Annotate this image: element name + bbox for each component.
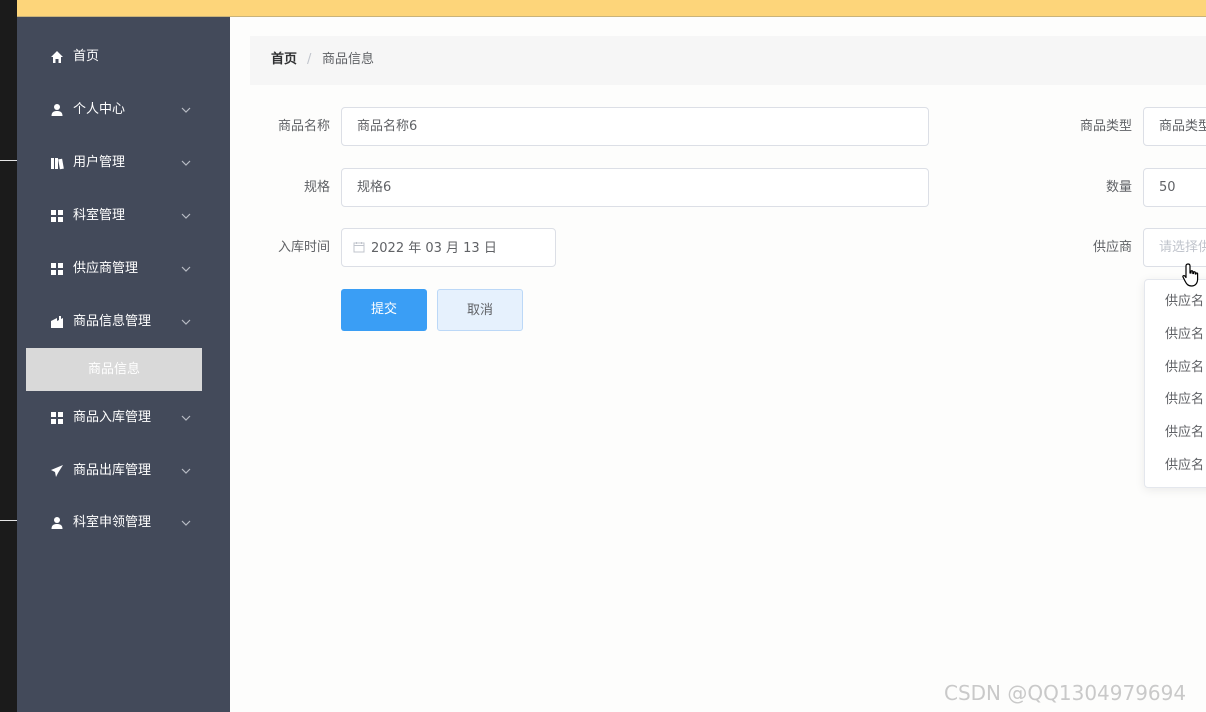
supplier-option[interactable]: 供应名 xyxy=(1165,457,1204,475)
sidebar-item-label: 用户管理 xyxy=(73,155,126,170)
sidebar-item-label: 个人中心 xyxy=(73,102,126,117)
quantity-label: 数量 xyxy=(1105,180,1132,195)
sidebar-item-label: 商品入库管理 xyxy=(73,410,152,425)
sidebar-item-goods-outbound-management[interactable]: 商品出库管理 xyxy=(17,451,230,491)
goods-icon xyxy=(51,316,63,328)
sidebar-item-user-management[interactable]: 用户管理 xyxy=(17,143,230,183)
home-icon xyxy=(51,51,63,63)
sidebar-item-goods-inbound-management[interactable]: 商品入库管理 xyxy=(17,398,230,438)
goods-type-label: 商品类型 xyxy=(1079,119,1132,134)
grid-icon xyxy=(51,263,63,275)
breadcrumb: 首页 / 商品信息 xyxy=(250,36,1206,85)
top-header-bar xyxy=(17,0,1206,17)
sidebar-item-supplier-management[interactable]: 供应商管理 xyxy=(17,249,230,289)
spec-value: 规格6 xyxy=(357,180,392,195)
inbound-date-label: 入库时间 xyxy=(277,240,330,255)
sidebar-item-label: 商品出库管理 xyxy=(73,463,152,478)
chevron-down-icon xyxy=(181,468,191,474)
app-window: 首页 个人中心 用户管理 科室管理 供应商管理 商品信息管理 商品信息 商品入库… xyxy=(0,0,1206,712)
calendar-icon xyxy=(353,242,365,253)
cancel-button-label: 取消 xyxy=(466,303,493,318)
supplier-label: 供应商 xyxy=(1092,240,1132,255)
sidebar-item-department-request-management[interactable]: 科室申领管理 xyxy=(17,503,230,543)
inbound-date-picker[interactable]: 2022 年 03 月 13 日 xyxy=(341,228,556,267)
supplier-option[interactable]: 供应名 xyxy=(1165,391,1204,409)
left-edge-strip xyxy=(0,0,17,712)
chevron-down-icon xyxy=(181,415,191,421)
supplier-option[interactable]: 供应名 xyxy=(1165,359,1204,377)
chevron-down-icon xyxy=(181,213,191,219)
inbound-date-value: 2022 年 03 月 13 日 xyxy=(371,241,497,256)
supplier-option[interactable]: 供应名 xyxy=(1165,293,1204,311)
goods-name-input[interactable]: 商品名称6 xyxy=(341,107,929,146)
sidebar-subitem-goods-info[interactable]: 商品信息 xyxy=(26,348,202,391)
sidebar-item-label: 供应商管理 xyxy=(73,261,139,276)
submit-button[interactable]: 提交 xyxy=(341,289,427,331)
send-icon xyxy=(51,465,63,477)
chevron-down-icon xyxy=(181,107,191,113)
user-icon xyxy=(51,517,63,529)
chevron-down-icon xyxy=(181,319,191,325)
quantity-value: 50 xyxy=(1159,180,1176,195)
goods-name-value: 商品名称6 xyxy=(357,119,418,134)
goods-type-input[interactable]: 商品类型 xyxy=(1143,107,1206,146)
spec-input[interactable]: 规格6 xyxy=(341,168,929,207)
watermark: CSDN @QQ1304979694 xyxy=(944,681,1187,705)
breadcrumb-current: 商品信息 xyxy=(322,52,375,67)
breadcrumb-home-link[interactable]: 首页 xyxy=(271,51,297,69)
supplier-placeholder: 请选择供 xyxy=(1159,240,1206,255)
goods-type-value: 商品类型 xyxy=(1159,119,1206,134)
spec-label: 规格 xyxy=(303,180,330,195)
sidebar-item-personal-center[interactable]: 个人中心 xyxy=(17,90,230,130)
quantity-input[interactable]: 50 xyxy=(1143,168,1206,207)
cancel-button[interactable]: 取消 xyxy=(437,289,523,331)
sidebar: 首页 个人中心 用户管理 科室管理 供应商管理 商品信息管理 商品信息 商品入库… xyxy=(17,17,230,712)
sidebar-item-goods-info-management[interactable]: 商品信息管理 xyxy=(17,302,230,342)
breadcrumb-separator: / xyxy=(307,52,312,67)
sidebar-subitem-label: 商品信息 xyxy=(87,362,140,377)
sidebar-item-label: 首页 xyxy=(73,49,100,64)
chevron-down-icon xyxy=(181,160,191,166)
goods-name-label: 商品名称 xyxy=(277,119,330,134)
user-icon xyxy=(51,104,63,116)
submit-button-label: 提交 xyxy=(370,302,397,317)
sidebar-item-home[interactable]: 首页 xyxy=(17,37,230,77)
sidebar-item-department-management[interactable]: 科室管理 xyxy=(17,196,230,236)
sidebar-item-label: 科室申领管理 xyxy=(73,515,152,530)
supplier-option[interactable]: 供应名 xyxy=(1165,326,1204,344)
chevron-down-icon xyxy=(181,266,191,272)
supplier-option[interactable]: 供应名 xyxy=(1165,424,1204,442)
hand-pointer-icon xyxy=(1182,263,1199,287)
sidebar-item-label: 商品信息管理 xyxy=(73,314,152,329)
users-icon xyxy=(51,158,64,170)
grid-icon xyxy=(51,210,63,222)
supplier-dropdown: 供应名 供应名 供应名 供应名 供应名 供应名 xyxy=(1144,279,1206,488)
sidebar-item-label: 科室管理 xyxy=(73,208,126,223)
grid-icon xyxy=(51,412,63,424)
chevron-down-icon xyxy=(181,520,191,526)
